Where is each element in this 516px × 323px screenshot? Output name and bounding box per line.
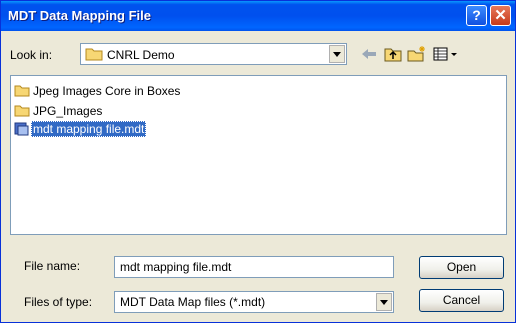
view-menu-icon[interactable] xyxy=(431,43,461,65)
mdt-file-icon xyxy=(14,122,30,140)
look-in-label: Look in: xyxy=(10,48,53,62)
file-name-field[interactable]: mdt mapping file.mdt xyxy=(114,256,394,278)
look-in-dropdown[interactable]: CNRL Demo xyxy=(80,43,347,65)
file-name: Jpeg Images Core in Boxes xyxy=(33,84,181,98)
file-name: mdt mapping file.mdt xyxy=(31,121,147,137)
file-type-label: Files of type: xyxy=(24,295,93,309)
file-list[interactable]: Jpeg Images Core in Boxes JPG_Images mdt… xyxy=(10,75,507,235)
cancel-button[interactable]: Cancel xyxy=(419,289,504,312)
open-button[interactable]: Open xyxy=(419,256,504,279)
folder-icon xyxy=(14,84,30,101)
help-button[interactable]: ? xyxy=(466,5,487,26)
title-bar[interactable]: MDT Data Mapping File ? ✕ xyxy=(1,1,515,31)
chevron-down-icon[interactable] xyxy=(376,293,392,311)
file-type-select[interactable]: MDT Data Map files (*.mdt) xyxy=(114,291,394,313)
file-dialog-window: MDT Data Mapping File ? ✕ Look in: CNRL … xyxy=(0,0,516,323)
up-folder-icon[interactable] xyxy=(382,43,404,65)
file-name-label: File name: xyxy=(24,259,81,273)
file-name: JPG_Images xyxy=(33,104,103,118)
folder-icon xyxy=(14,104,30,121)
look-in-value: CNRL Demo xyxy=(107,48,175,62)
back-arrow-icon[interactable] xyxy=(358,43,380,65)
close-button[interactable]: ✕ xyxy=(490,5,511,26)
file-type-value: MDT Data Map files (*.mdt) xyxy=(120,295,266,309)
window-title: MDT Data Mapping File xyxy=(8,8,151,23)
folder-icon xyxy=(85,47,103,64)
new-folder-icon[interactable] xyxy=(406,43,428,65)
chevron-down-icon[interactable] xyxy=(329,45,345,63)
